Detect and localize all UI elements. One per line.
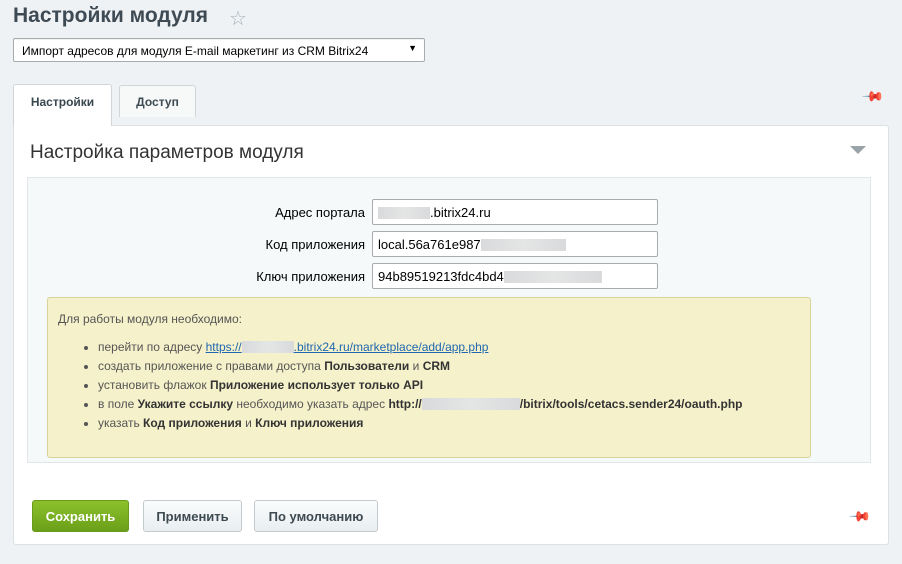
list-item: указать Код приложения и Ключ приложения [98,414,743,433]
list-item-bold: Приложение использует только API [209,378,424,392]
list-item-text: и [241,416,256,430]
app-key-label: Ключ приложения [256,269,365,284]
list-item-bold: CRM [422,359,451,373]
app-key-value: 94b89519213fdc4bd4 [378,269,504,284]
app-code-label: Код приложения [265,237,365,252]
tab-access[interactable]: Доступ [119,85,196,117]
list-item-bold: Код приложения [143,416,242,430]
list-item-text: указать [98,416,144,430]
page-title: Настройки модуля [13,4,209,27]
requirements-list: перейти по адресу https:// .bitrix24.ru/m… [58,338,743,433]
link-text: .bitrix24.ru/marketplace/add/app.php [293,340,489,354]
list-item-text: и [409,359,423,373]
redacted-mask [503,271,602,283]
star-icon[interactable]: ☆ [229,6,247,31]
marketplace-link[interactable]: https:// .bitrix24.ru/marketplace/add/app… [206,340,489,354]
reset-default-button[interactable]: По умолчанию [254,500,378,532]
notice-intro: Для работы модуля необходимо: [58,312,242,326]
list-item: создать приложение с правами доступа Пол… [98,357,743,376]
list-item-text: перейти по адресу [98,340,206,354]
list-item-text: создать приложение с правами доступа [98,359,325,373]
list-item: в поле Укажите ссылку необходимо указать… [98,395,743,414]
collapse-icon[interactable] [850,146,866,154]
portal-address-label: Адрес портала [275,205,365,220]
redacted-mask [421,398,520,410]
module-select-value: Импорт адресов для модуля E-mail маркети… [22,44,369,58]
redacted-mask [480,239,566,251]
list-item: установить флажок Приложение использует … [98,376,743,395]
url-text: /bitrix/tools/cetacs.sender24/oauth.php [519,397,743,411]
list-item-bold: Пользователи [324,359,410,373]
list-item-text: необходимо указать адрес [233,397,389,411]
app-key-input[interactable]: 94b89519213fdc4bd4 [372,263,658,289]
settings-panel: Настройка параметров модуля Адрес портал… [13,125,889,545]
url-text: http:// [388,397,422,411]
app-code-value: local.56a761e987 [378,237,481,252]
link-text: https:// [205,340,242,354]
list-item-bold: http:// /bitrix/tools/cetacs.sender24/oau… [388,397,742,411]
list-item-bold: Ключ приложения [255,416,364,430]
pin-icon[interactable]: 📌 [862,85,886,109]
list-item-bold: Укажите ссылку [137,397,233,411]
chevron-down-icon: ▼ [408,43,417,53]
list-item-text: установить флажок [98,378,210,392]
module-select[interactable]: Импорт адресов для модуля E-mail маркети… [13,38,425,62]
apply-button[interactable]: Применить [143,500,242,532]
tab-label: Доступ [136,95,179,109]
portal-address-input[interactable]: .bitrix24.ru [372,199,658,225]
requirements-notice: Для работы модуля необходимо: перейти по… [47,297,811,458]
redacted-mask [241,341,294,353]
list-item-text: в поле [98,397,138,411]
redacted-mask [378,207,430,219]
portal-address-value: .bitrix24.ru [430,205,491,220]
list-item: перейти по адресу https:// .bitrix24.ru/m… [98,338,743,357]
app-code-input[interactable]: local.56a761e987 [372,231,658,257]
section-title: Настройка параметров модуля [30,142,304,163]
save-button[interactable]: Сохранить [32,500,129,532]
tab-settings[interactable]: Настройки [13,84,112,126]
settings-form: Адрес портала .bitrix24.ru Код приложени… [27,177,871,463]
pin-icon[interactable]: 📌 [849,505,873,529]
tab-label: Настройки [30,95,95,109]
